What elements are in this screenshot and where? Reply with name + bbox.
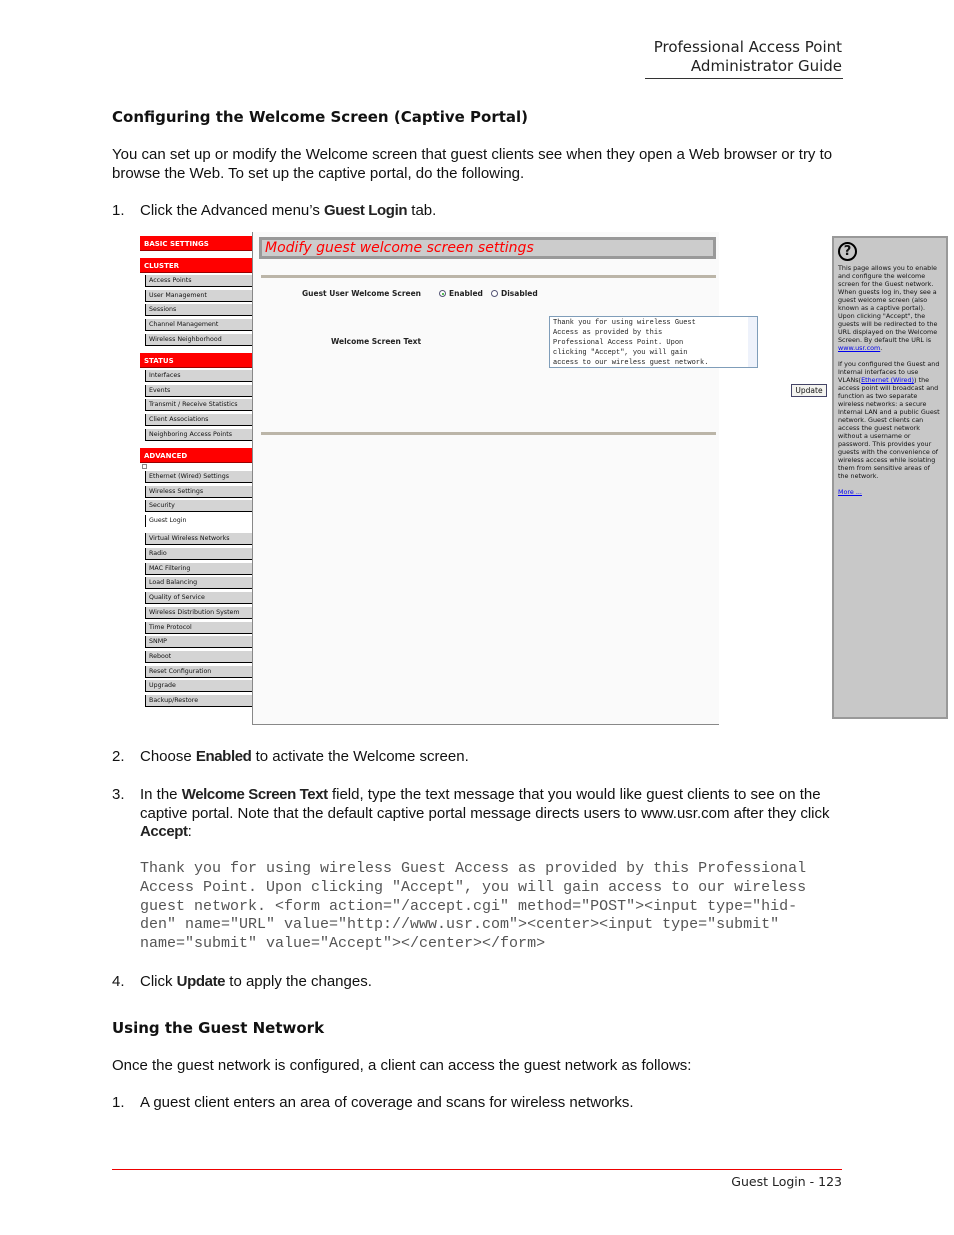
step-text: to activate the Welcome screen.: [251, 748, 469, 765]
welcome-text-label: Welcome Screen Text: [331, 337, 422, 346]
disabled-label: Disabled: [501, 289, 538, 298]
sidebar-item-guest-login[interactable]: Guest Login: [145, 515, 252, 528]
sidebar-item-transmit-receive-statistics[interactable]: Transmit / Receive Statistics: [145, 399, 252, 412]
radio-unselected-icon[interactable]: [491, 290, 498, 297]
radio-selected-icon[interactable]: [439, 290, 446, 297]
sidebar-item-client-associations[interactable]: Client Associations: [145, 414, 252, 427]
sidebar-item-sessions[interactable]: Sessions: [145, 304, 252, 317]
sidebar-item-backup-restore[interactable]: Backup/Restore: [145, 695, 252, 707]
help-text: .: [880, 344, 883, 352]
sidebar-item-time-protocol[interactable]: Time Protocol: [145, 621, 252, 634]
step-number: 3.: [112, 786, 125, 803]
divider: [261, 432, 716, 435]
step-text: A guest client enters an area of coverag…: [140, 1094, 634, 1111]
step-number: 4.: [112, 973, 125, 990]
update-button[interactable]: Update: [791, 384, 827, 397]
sidebar-item-radio[interactable]: Radio: [145, 548, 252, 560]
help-text: This page allows you to enable and confi…: [838, 264, 938, 344]
sidebar-item-user-management[interactable]: User Management: [145, 289, 252, 302]
header-line2: Administrator Guide: [690, 57, 842, 75]
step-keyword: Enabled: [195, 748, 252, 765]
sidebar-item-reboot[interactable]: Reboot: [145, 650, 252, 663]
panel-title: Modify guest welcome screen settings: [259, 237, 716, 259]
ethernet-link[interactable]: Ethernet (Wired): [861, 376, 914, 384]
settings-panel: Modify guest welcome screen settings Gue…: [252, 232, 948, 725]
guest-welcome-label: Guest User Welcome Screen: [302, 289, 422, 298]
sidebar-item-wireless-distribution-system[interactable]: Wireless Distribution System: [145, 606, 252, 619]
step-1: 1. Click the Advanced menu’s Guest Login…: [112, 202, 847, 221]
sidebar-item-wireless-neighborhood[interactable]: Wireless Neighborhood: [145, 333, 252, 346]
menu-advanced[interactable]: ADVANCED: [140, 448, 252, 463]
step-2: 2. Choose Enabled to activate the Welcom…: [112, 748, 847, 767]
footer-divider: [112, 1169, 842, 1170]
menu-cluster[interactable]: CLUSTER: [140, 258, 252, 273]
step-text: Click the Advanced menu’s: [140, 202, 324, 219]
collapse-icon[interactable]: [142, 464, 147, 469]
step-number: 1.: [112, 202, 125, 219]
enabled-radio[interactable]: Enabled: [439, 289, 483, 298]
help-icon: ?: [838, 242, 857, 261]
step-text: to apply the changes.: [225, 973, 372, 990]
sidebar-item-access-points[interactable]: Access Points: [145, 275, 252, 287]
menu-status[interactable]: STATUS: [140, 353, 252, 368]
step-number: 2.: [112, 748, 125, 765]
help-panel: ? This page allows you to enable and con…: [832, 236, 948, 719]
sidebar-item-neighboring-access-points[interactable]: Neighboring Access Points: [145, 428, 252, 441]
embedded-screenshot: BASIC SETTINGS CLUSTER STATUS ADVANCED M…: [140, 232, 948, 725]
disabled-radio[interactable]: Disabled: [491, 289, 538, 298]
step-keyword: Accept: [140, 823, 188, 840]
sidebar-item-quality-of-service[interactable]: Quality of Service: [145, 592, 252, 605]
enabled-label: Enabled: [449, 289, 483, 298]
sidebar-item-events[interactable]: Events: [145, 384, 252, 397]
more-link[interactable]: More ...: [838, 488, 862, 496]
step-4: 4. Click Update to apply the changes.: [112, 973, 847, 992]
section-heading: Configuring the Welcome Screen (Captive …: [112, 108, 529, 126]
scrollbar[interactable]: [748, 317, 757, 367]
step-text: tab.: [407, 202, 437, 219]
sidebar-item-wireless-settings[interactable]: Wireless Settings: [145, 485, 252, 498]
help-text: ) the access point will broadcast and fu…: [838, 376, 940, 480]
section-heading-2: Using the Guest Network: [112, 1019, 325, 1037]
sidebar-item-interfaces[interactable]: Interfaces: [145, 370, 252, 382]
section2-intro: Once the guest network is configured, a …: [112, 1057, 692, 1074]
section2-step-1: 1. A guest client enters an area of cove…: [112, 1094, 847, 1113]
header-title: Professional Access Point Administrator …: [654, 38, 842, 76]
sidebar-item-ethernet-wired-settings[interactable]: Ethernet (Wired) Settings: [145, 471, 252, 483]
header-divider: [645, 78, 843, 79]
sidebar-item-reset-configuration[interactable]: Reset Configuration: [145, 665, 252, 678]
divider: [261, 275, 716, 278]
sidebar-item-security[interactable]: Security: [145, 500, 252, 513]
step-keyword: Welcome Screen Text: [181, 786, 328, 803]
step-text: Choose: [140, 748, 196, 765]
step-text: In the: [140, 786, 182, 803]
sidebar-item-channel-management[interactable]: Channel Management: [145, 319, 252, 332]
menu-basic-settings[interactable]: BASIC SETTINGS: [140, 236, 252, 251]
sidebar-item-mac-filtering[interactable]: MAC Filtering: [145, 562, 252, 575]
step-text: :: [187, 823, 192, 840]
step-number: 1.: [112, 1094, 125, 1111]
header-line1: Professional Access Point: [653, 38, 842, 56]
step-keyword: Guest Login: [324, 202, 408, 219]
welcome-text-area[interactable]: Thank you for using wireless Guest Acces…: [549, 316, 758, 368]
usr-link[interactable]: www.usr.com: [838, 344, 880, 352]
sidebar-item-snmp[interactable]: SNMP: [145, 636, 252, 649]
sidebar-item-upgrade[interactable]: Upgrade: [145, 680, 252, 693]
intro-paragraph: You can set up or modify the Welcome scr…: [112, 146, 833, 182]
step-text: Click: [140, 973, 177, 990]
sidebar-item-virtual-wireless-networks[interactable]: Virtual Wireless Networks: [145, 533, 252, 546]
page-footer: Guest Login - 123: [731, 1174, 842, 1189]
code-sample: Thank you for using wireless Guest Acces…: [140, 860, 807, 953]
step-keyword: Update: [176, 973, 226, 990]
sidebar-item-load-balancing[interactable]: Load Balancing: [145, 577, 252, 590]
welcome-text-value: Thank you for using wireless Guest Acces…: [553, 319, 709, 367]
step-3: 3. In the Welcome Screen Text field, typ…: [112, 786, 847, 842]
